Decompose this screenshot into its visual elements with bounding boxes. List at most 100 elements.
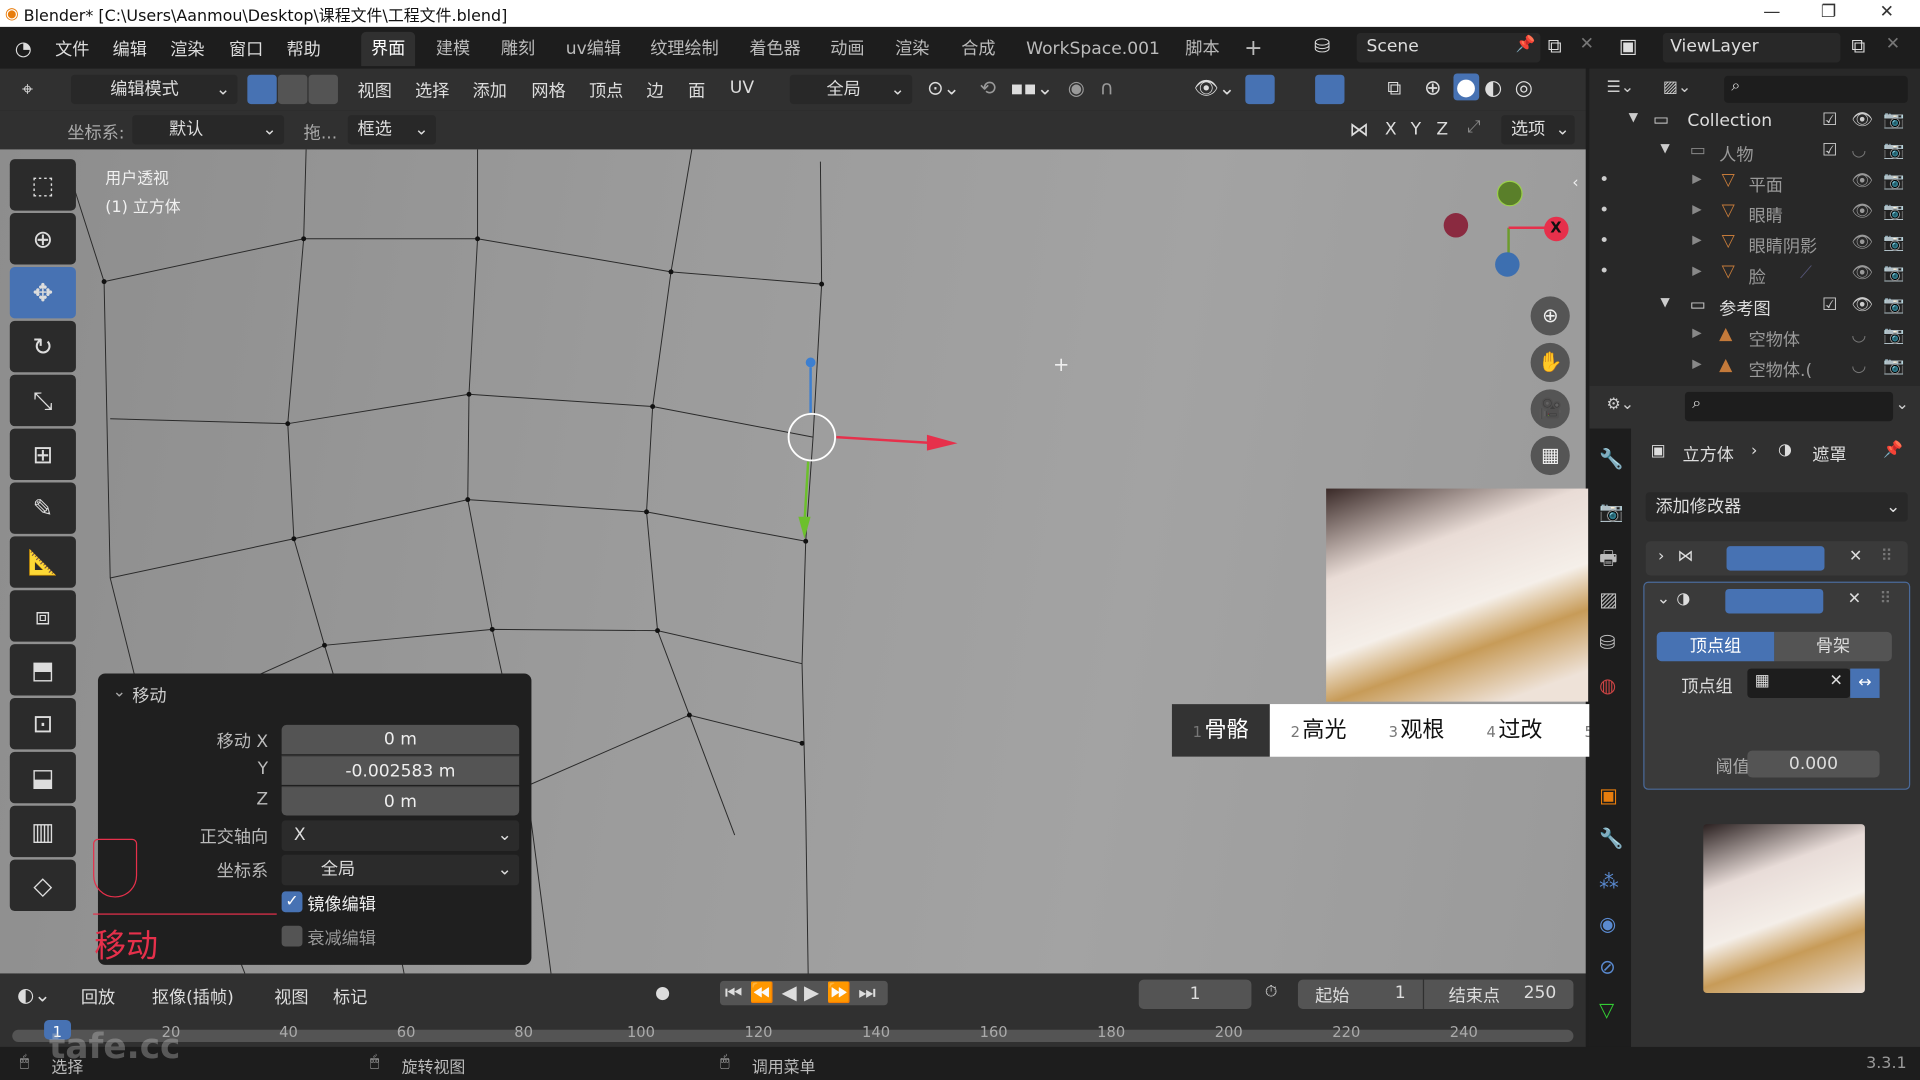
menu-window[interactable]: 窗口 (229, 37, 263, 61)
select-box-tool-icon[interactable]: ⬚ (9, 159, 76, 211)
data-tab-icon[interactable]: ▽ (1599, 998, 1614, 1021)
measure-tool-icon[interactable]: 📐 (9, 536, 76, 588)
auto-keying-icon[interactable]: ● (655, 983, 670, 1003)
physics-tab-icon[interactable]: ◉ (1599, 912, 1616, 935)
drag-mode-selector[interactable]: 框选 ⌄ (347, 115, 436, 145)
vertex-select-button[interactable] (247, 74, 277, 105)
outliner-search-input[interactable]: ⌕ (1724, 75, 1908, 103)
cursor-tool-icon[interactable]: ⊕ (9, 213, 76, 265)
menu-edit[interactable]: 编辑 (113, 37, 147, 61)
face-select-button[interactable] (308, 74, 338, 105)
proportional-checkbox[interactable] (281, 925, 303, 947)
knife-tool-icon[interactable]: ◇ (9, 859, 76, 912)
pin-icon[interactable]: 📌 (1516, 36, 1536, 54)
annotate-tool-icon[interactable]: ✎ (9, 482, 76, 534)
scene-tab-icon[interactable]: ⛁ (1599, 631, 1615, 654)
tab-compositing[interactable]: 合成 (951, 32, 1005, 66)
end-frame-field[interactable]: 结束点 250 (1424, 979, 1574, 1009)
ime-candidate[interactable]: 2 高光 (1291, 704, 1347, 757)
perspective-grid-icon[interactable]: ▦ (1530, 435, 1570, 476)
menu-mesh[interactable]: 网格 (531, 78, 565, 102)
playback-controls[interactable]: ⏮⏪◀▶⏩⏭ (720, 980, 889, 1006)
loop-cut-tool-icon[interactable]: ▥ (9, 805, 76, 858)
object-tab-icon[interactable]: ▣ (1599, 784, 1618, 807)
mirror-z-button[interactable]: Z (1436, 120, 1448, 140)
view-layer-selector[interactable]: ViewLayer (1662, 33, 1841, 63)
bevel-tool-icon[interactable]: ⬓ (9, 751, 76, 804)
mirror-icon[interactable]: ⋈ (1349, 118, 1369, 141)
menu-uv[interactable]: UV (730, 78, 754, 98)
particles-tab-icon[interactable]: ⁂ (1599, 869, 1619, 892)
keying-menu[interactable]: 抠像(插帧) (152, 984, 234, 1008)
coordinate-system-selector[interactable]: 默认 ⌄ (132, 115, 285, 145)
menu-select[interactable]: 选择 (415, 78, 449, 102)
menu-vertex[interactable]: 顶点 (589, 78, 623, 102)
material-shading-icon[interactable]: ◐ (1484, 76, 1502, 100)
render-tab-icon[interactable]: 📷 (1599, 500, 1623, 523)
mode-tab-vertex-group[interactable]: 顶点组 (1656, 631, 1775, 662)
visibility-icon[interactable]: 👁⌄ (1194, 76, 1235, 99)
maximize-button[interactable]: ❐ (1821, 2, 1836, 22)
outliner-row[interactable]: • ▶ ▽ 平面 👁 📷 (1589, 169, 1920, 200)
transform-tool-icon[interactable]: ⊞ (9, 428, 76, 481)
scene-selector[interactable]: Scene 📌 (1356, 33, 1541, 63)
view-layer-icon[interactable]: ▣ (1619, 34, 1638, 57)
invert-toggle-icon[interactable]: ↔ (1850, 668, 1880, 698)
outliner-row[interactable]: ▼ ▭ 参考图 ☑ 👁 📷 (1589, 293, 1920, 324)
marker-menu[interactable]: 标记 (333, 984, 367, 1008)
extrude-tool-icon[interactable]: ⬒ (9, 644, 76, 696)
menu-file[interactable]: 文件 (55, 37, 89, 61)
orientation-select[interactable]: 全局 ⌄ (281, 854, 520, 886)
outliner-row[interactable]: ▼ ▭ Collection ☑ 👁 📷 (1589, 108, 1920, 139)
pivot-icon[interactable]: ⊙⌄ (927, 76, 960, 99)
outliner-row[interactable]: ▼ ▭ 人物 ☑ ◡ 📷 (1589, 138, 1920, 169)
tab-rendering[interactable]: 渲染 (885, 32, 939, 66)
xray-icon[interactable]: ⧉ (1387, 76, 1401, 100)
mirror-checkbox[interactable]: ✓ (281, 891, 303, 913)
overlay-toggle-button[interactable] (1315, 74, 1345, 105)
blender-menu-icon[interactable]: ◔ (15, 37, 32, 60)
delete-modifier-icon[interactable]: ✕ (1849, 547, 1862, 565)
outliner-row[interactable]: ▶ ▲ 空物体.(◡ 📷 (1589, 354, 1920, 385)
collapse-chevron-icon[interactable]: ⌄ (1657, 590, 1670, 608)
constraint-axis-select[interactable]: X ⌄ (281, 820, 520, 852)
rotate-tool-icon[interactable]: ↻ (9, 320, 76, 373)
outliner-row[interactable]: ▶ ▲ 空物体 ◡ 📷 (1589, 323, 1920, 354)
add-modifier-dropdown[interactable]: 添加修改器 ⌄ (1645, 492, 1908, 522)
mirror-x-button[interactable]: X (1385, 120, 1397, 140)
output-tab-icon[interactable]: 🖶 (1599, 545, 1618, 578)
new-scene-icon[interactable]: ⧉ (1548, 34, 1562, 58)
menu-face[interactable]: 面 (688, 78, 705, 102)
rendered-shading-icon[interactable]: ◎ (1515, 76, 1533, 100)
mirror-modifier-header[interactable]: › ⋈ ✕ ⠿ (1645, 541, 1908, 576)
properties-search-input[interactable]: ⌕ (1684, 391, 1894, 422)
wireframe-shading-icon[interactable]: ⊕ (1424, 76, 1441, 100)
mode-tab-armature[interactable]: 骨架 (1774, 631, 1892, 662)
view-menu[interactable]: 视图 (274, 984, 308, 1008)
expand-chevron-icon[interactable]: › (1658, 547, 1664, 565)
pin-icon[interactable]: 📌 (1883, 441, 1903, 459)
options-dropdown[interactable]: 选项 ⌄ (1501, 115, 1575, 145)
filter-icon[interactable]: ▨⌄ (1663, 78, 1691, 96)
tab-texture-paint[interactable]: 纹理绘制 (640, 32, 728, 66)
delete-modifier-icon[interactable]: ✕ (1848, 590, 1861, 608)
outliner-row[interactable]: • ▶ ▽ 眼睛阴影 👁 📷 (1589, 230, 1920, 261)
tool-tab-icon[interactable]: 🔧 (1599, 447, 1623, 470)
snap-target-icon[interactable]: ▪▪⌄ (1010, 76, 1053, 99)
tab-workspace-001[interactable]: WorkSpace.001 (1016, 32, 1169, 66)
current-frame-field[interactable]: 1 (1138, 979, 1252, 1009)
snap-icon[interactable]: ⟲ (980, 76, 996, 99)
move-x-field[interactable]: 0 m (281, 724, 520, 755)
drag-handle-icon[interactable]: ⠿ (1881, 547, 1893, 565)
tab-layout[interactable]: 界面 (361, 31, 416, 67)
editor-type-icon[interactable]: ⌖ (22, 77, 33, 101)
constraints-tab-icon[interactable]: ⊘ (1599, 955, 1615, 978)
threshold-field[interactable]: 0.000 (1747, 750, 1880, 778)
move-z-field[interactable]: 0 m (281, 786, 520, 816)
tab-sculpting[interactable]: 雕刻 (491, 32, 545, 66)
display-mode-icon[interactable]: ☰⌄ (1607, 78, 1635, 96)
scale-tool-icon[interactable]: ⤡ (9, 374, 76, 427)
ime-candidate[interactable]: 1 骨骼 (1193, 704, 1249, 757)
proportional-edit-icon[interactable]: ◉ (1068, 76, 1085, 99)
scene-icon[interactable]: ⛁ (1314, 34, 1330, 57)
